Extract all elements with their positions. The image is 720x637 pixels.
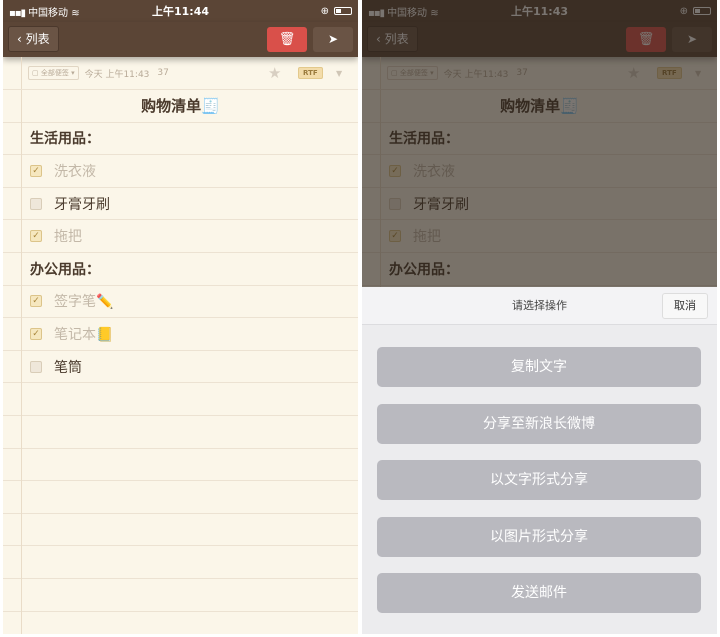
checklist-item: ✓ 洗衣液 [3,155,358,188]
format-badge[interactable]: RTF [298,67,323,79]
empty-line [3,383,358,416]
delete-button[interactable]: 🗑 [267,27,307,52]
empty-line [3,546,358,579]
battery-icon [334,7,352,15]
action-button[interactable]: 分享至新浪长微博 [377,403,701,444]
back-label: 列表 [25,32,50,46]
folder-dropdown[interactable]: ▢ 全部便签 ▾ [28,66,79,80]
action-button[interactable]: 以文字形式分享 [377,460,701,500]
chevron-left-icon: ‹ [17,32,26,46]
action-button[interactable]: 发送邮件 [377,573,701,613]
empty-line [3,579,358,612]
note-screen: ▪▪▮ 中国移动 ≋ 上午11:44 ⊕ ‹ 列表 🗑 ➤ ▢ 全部便签 ▾ 今天 上午11:4… [3,0,358,634]
note-icon: ▢ [32,69,41,77]
note-body[interactable]: ▢ 全部便签 ▾ 今天 上午11:43 37 ★ RTF ▼ 购物清单🧾生活用品： ✓ 洗衣液牙… [3,57,358,634]
checkbox[interactable] [30,197,42,210]
more-chevron-icon[interactable]: ▼ [336,69,342,78]
trash-icon: 🗑 [278,32,296,47]
action-button[interactable]: 复制文字 [377,347,701,387]
checklist-item: 牙膏牙刷 [3,188,358,221]
back-button[interactable]: ‹ 列表 [8,26,59,52]
empty-line [3,449,358,482]
action-sheet-title: 请选择操作 [512,299,567,312]
empty-line [3,481,358,514]
checklist-item: ✓ 笔记本📒 [3,318,358,351]
action-sheet-header: 请选择操作 取消 [362,287,717,325]
status-time: 上午11:44 [151,5,209,18]
note-title: 购物清单🧾 [3,90,358,123]
note-date: 今天 上午11:43 [84,69,150,80]
checkbox[interactable]: ✓ [30,230,42,243]
status-bar: ▪▪▮ 中国移动 ≋ 上午11:44 ⊕ [3,0,358,22]
char-count: 37 [157,68,169,78]
section-heading: 生活用品： [3,123,358,156]
checkbox[interactable]: ✓ [30,327,42,340]
folder-label: 全部便签 [40,69,69,77]
action-button[interactable]: 以图片形式分享 [377,516,701,557]
checkbox[interactable]: ✓ [30,164,42,177]
item-text: 拖把 [54,229,82,246]
empty-line [3,416,358,449]
action-sheet: 请选择操作 取消复制文字分享至新浪长微博 以文字形式分享 以图片形式分享 发送邮件 [362,287,717,634]
note-meta: ▢ 全部便签 ▾ 今天 上午11:43 37 ★ RTF ▼ [3,57,358,90]
note-screen-with-action-sheet: ▪▪▮中国移动 ≋上午11:43⊕‹ 列表🗑➤▢ 全部便签 ▾今天 上午11:4… [362,0,717,634]
empty-line [3,514,358,547]
dropdown-caret-icon: ▾ [68,69,75,77]
margin-line [21,57,22,634]
section-heading: 办公用品： [3,253,358,286]
item-text: 签字笔✏️ [54,294,114,311]
cancel-button[interactable]: 取消 [662,293,708,319]
dim-overlay[interactable] [362,0,717,287]
paper-plane-icon: ➤ [327,32,339,46]
checkbox[interactable]: ✓ [30,295,42,308]
toolbar: ‹ 列表 🗑 ➤ [3,22,358,57]
item-text: 笔记本📒 [54,326,114,343]
checklist-item: ✓ 拖把 [3,220,358,253]
item-text: 洗衣液 [54,163,96,180]
empty-line [3,612,358,635]
checklist-item: 笔筒 [3,351,358,384]
star-icon[interactable]: ★ [268,64,281,82]
checkbox[interactable] [30,360,42,373]
item-text: 笔筒 [54,359,82,376]
item-text: 牙膏牙刷 [54,196,110,213]
send-button[interactable]: ➤ [313,27,353,52]
checklist-item: ✓ 签字笔✏️ [3,286,358,319]
